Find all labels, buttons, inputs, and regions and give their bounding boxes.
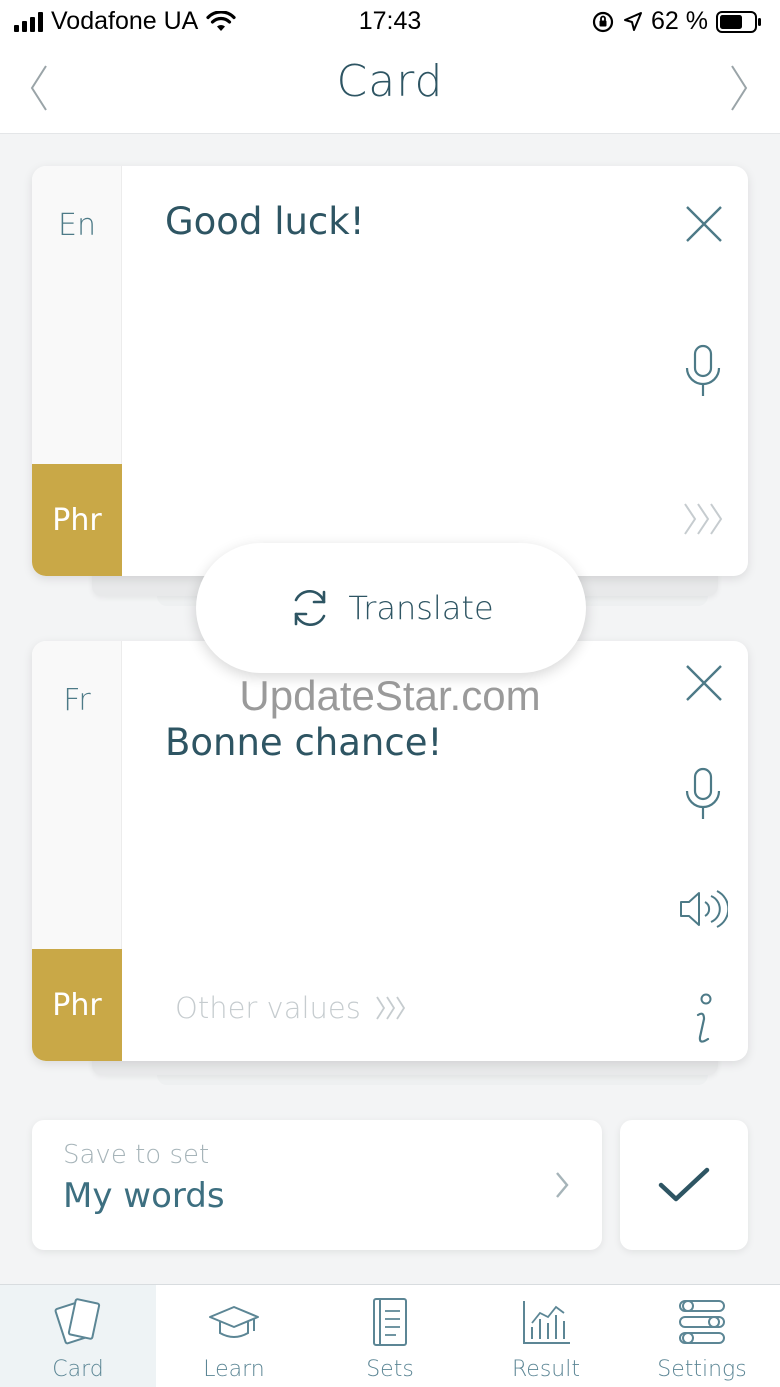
confirm-button[interactable]	[620, 1120, 748, 1250]
sliders-icon	[679, 1300, 725, 1344]
triple-chevron-icon	[376, 996, 405, 1020]
translate-label: Translate	[348, 589, 494, 627]
refresh-icon	[295, 590, 326, 626]
graduation-cap-icon	[209, 1306, 259, 1338]
source-card-sidebar: En Phr	[32, 166, 122, 576]
save-to-set-hint: Save to set	[63, 1140, 210, 1170]
target-type-badge[interactable]: Phr	[32, 949, 122, 1061]
tab-label: Settings	[657, 1357, 747, 1382]
selected-set: My words	[63, 1176, 225, 1216]
nav-bar: Card	[0, 44, 780, 134]
speaker-icon[interactable]	[678, 889, 728, 929]
location-icon	[624, 11, 643, 31]
tab-label: Card	[52, 1357, 104, 1382]
save-to-set-selector[interactable]: Save to set My words	[32, 1120, 602, 1250]
source-language[interactable]: En	[32, 208, 122, 243]
other-values-label: Other values	[175, 991, 361, 1025]
tab-label: Learn	[203, 1357, 265, 1382]
source-type-badge[interactable]: Phr	[32, 464, 122, 576]
tab-settings[interactable]: Settings	[624, 1285, 780, 1387]
battery-percent: 62 %	[651, 7, 708, 35]
status-bar: Vodafone UA 17:43 62 %	[0, 0, 780, 44]
battery-icon	[716, 10, 761, 33]
tab-bar: Card Learn Sets Result Settings	[0, 1284, 780, 1387]
other-values-link[interactable]: Other values	[175, 991, 407, 1025]
translate-button[interactable]: Translate	[196, 543, 586, 673]
watermark: UpdateStar.com	[239, 672, 541, 719]
bar-chart-icon	[523, 1301, 570, 1344]
orientation-lock-icon	[592, 11, 614, 32]
tab-sets[interactable]: Sets	[312, 1285, 468, 1387]
tab-label: Result	[512, 1357, 580, 1382]
target-text[interactable]: Bonne chance!	[165, 721, 442, 764]
tab-card[interactable]: Card	[0, 1285, 156, 1387]
notebook-icon	[373, 1298, 407, 1346]
next-arrow-icon[interactable]	[728, 64, 750, 112]
page-title: Card	[336, 56, 444, 107]
cards-icon	[54, 1298, 101, 1345]
tab-learn[interactable]: Learn	[156, 1285, 312, 1387]
checkmark-icon	[658, 1167, 710, 1202]
info-icon[interactable]	[688, 993, 718, 1049]
microphone-icon[interactable]	[683, 344, 723, 398]
triple-chevron-icon[interactable]	[682, 501, 726, 537]
tab-label: Sets	[366, 1357, 414, 1382]
chevron-right-icon	[556, 1172, 569, 1198]
close-icon[interactable]	[684, 204, 724, 244]
source-card: En Phr Good luck!	[32, 166, 748, 576]
source-card-stack: En Phr Good luck!	[32, 166, 748, 606]
source-text[interactable]: Good luck!	[165, 200, 365, 243]
microphone-icon[interactable]	[683, 767, 723, 821]
tab-result[interactable]: Result	[468, 1285, 624, 1387]
